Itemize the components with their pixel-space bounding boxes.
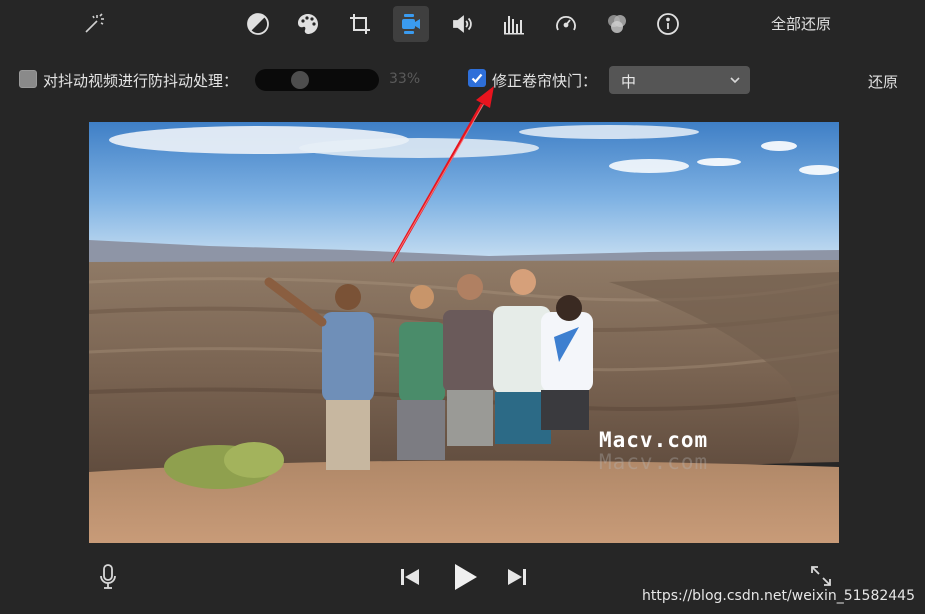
magic-wand-icon	[85, 13, 104, 33]
fullscreen-button[interactable]	[806, 561, 836, 591]
enhance-button[interactable]	[76, 6, 112, 42]
watermark-shadow: Macv.com	[599, 450, 709, 474]
video-frame	[89, 122, 839, 543]
skip-forward-button[interactable]	[503, 563, 531, 591]
color-balance-icon	[247, 13, 269, 35]
stabilization-slider-thumb[interactable]	[290, 71, 309, 89]
microphone-icon	[100, 564, 116, 589]
play-button[interactable]	[447, 559, 483, 595]
crop-icon	[350, 14, 370, 34]
skip-forward-icon	[508, 569, 526, 585]
info-icon	[657, 13, 679, 35]
rolling-shutter-label: 修正卷帘快门：	[492, 72, 598, 90]
clip-filter-icon	[608, 15, 626, 33]
adjustment-toolbar: 全部还原	[0, 0, 925, 48]
reset-all-button[interactable]: 全部还原	[771, 13, 831, 34]
stabilize-label: 对抖动视频进行防抖动处理：	[43, 72, 239, 90]
watermark: Macv.com	[599, 428, 709, 452]
clip-filter-button[interactable]	[599, 6, 635, 42]
source-credit: https://blog.csdn.net/weixin_51582445	[641, 588, 915, 604]
rolling-shutter-amount-value: 中	[621, 73, 637, 91]
fullscreen-icon	[811, 566, 831, 586]
stabilization-value: 33%	[389, 71, 421, 87]
crop-button[interactable]	[342, 6, 378, 42]
speed-button[interactable]	[548, 6, 584, 42]
color-correction-button[interactable]	[290, 6, 326, 42]
clip-info-button[interactable]	[650, 6, 686, 42]
play-icon	[455, 564, 477, 590]
stabilization-slider[interactable]	[255, 69, 379, 91]
playback-bar	[0, 553, 925, 613]
stabilize-checkbox[interactable]	[19, 70, 37, 88]
volume-icon	[453, 15, 472, 33]
checkmark-icon	[471, 73, 483, 84]
color-balance-button[interactable]	[240, 6, 276, 42]
voiceover-button[interactable]	[95, 561, 121, 593]
color-palette-icon	[298, 14, 318, 34]
rolling-shutter-checkbox[interactable]	[468, 69, 486, 87]
stabilization-options: 对抖动视频进行防抖动处理： 33% 修正卷帘快门： 中 还原	[0, 62, 925, 98]
rolling-shutter-amount-select[interactable]: 中	[609, 66, 750, 94]
equalizer-button[interactable]	[496, 6, 532, 42]
stabilization-button[interactable]	[393, 6, 429, 42]
video-viewer[interactable]: Macv.com Macv.com	[89, 122, 839, 543]
chevron-down-icon	[730, 77, 740, 84]
skip-back-icon	[401, 569, 419, 585]
volume-button[interactable]	[445, 6, 481, 42]
equalizer-icon	[504, 16, 524, 35]
skip-back-button[interactable]	[396, 563, 424, 591]
reset-button[interactable]: 还原	[868, 71, 898, 92]
speed-gauge-icon	[556, 16, 576, 31]
stabilization-camera-icon	[402, 14, 420, 34]
